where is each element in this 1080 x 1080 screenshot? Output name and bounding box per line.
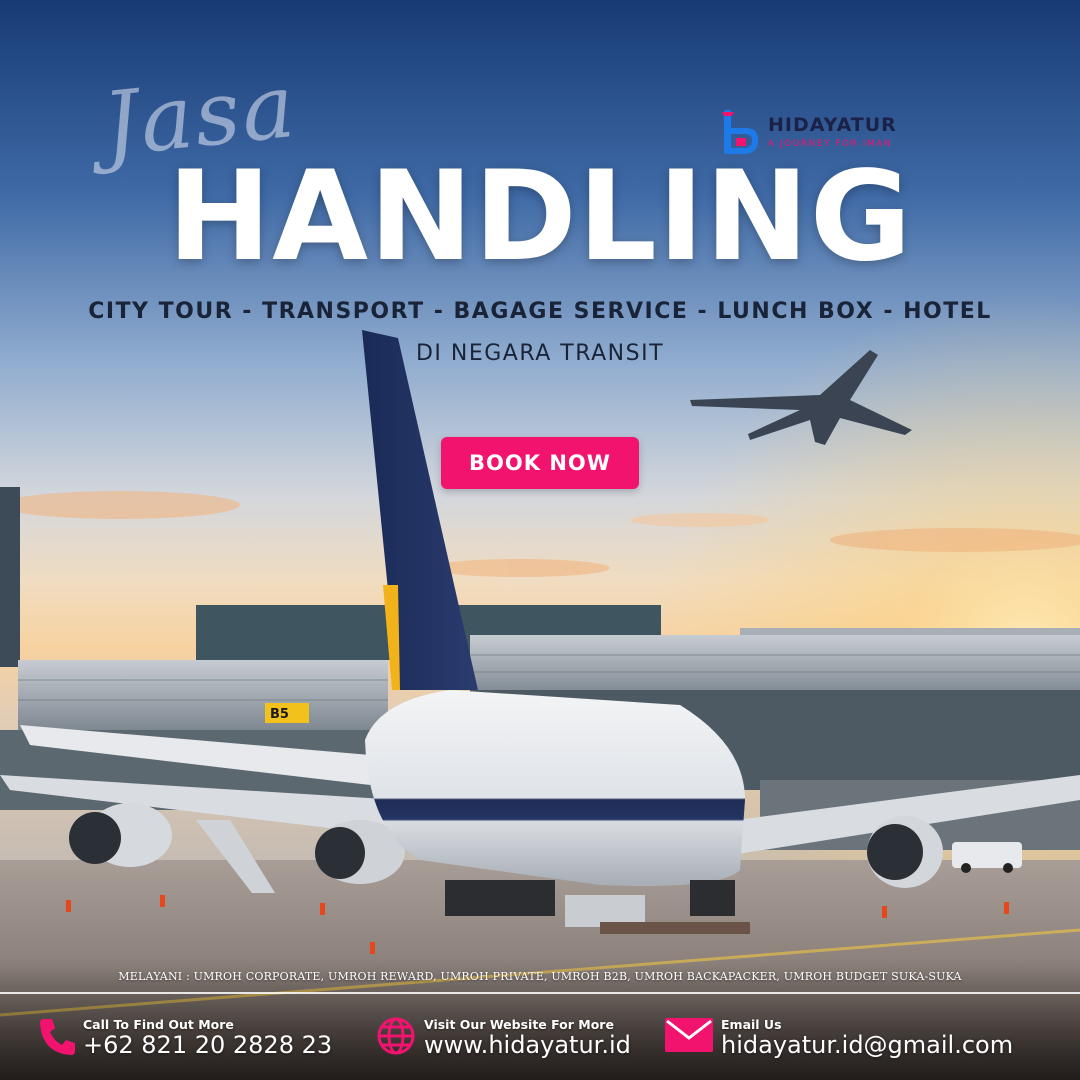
email-address[interactable]: hidayatur.id@gmail.com xyxy=(721,1031,1013,1059)
globe-icon xyxy=(377,1017,415,1055)
brand-tagline: A JOURNEY FOR IMAN xyxy=(768,139,893,149)
mail-icon xyxy=(665,1018,713,1052)
gate-sign: B5 xyxy=(270,707,289,722)
hidayatur-logo-icon xyxy=(722,110,758,154)
phone-label: Call To Find Out More xyxy=(83,1017,234,1032)
website-label: Visit Our Website For More xyxy=(424,1017,614,1032)
services-served-line: MELAYANI : UMROH CORPORATE, UMROH REWARD… xyxy=(118,970,962,983)
website-link[interactable]: www.hidayatur.id xyxy=(424,1031,631,1059)
book-now-button[interactable]: BOOK NOW xyxy=(441,437,639,489)
page-title: HANDLING xyxy=(167,145,913,289)
phone-number[interactable]: +62 821 20 2828 23 xyxy=(83,1031,332,1059)
phone-icon xyxy=(40,1019,75,1055)
services-line: CITY TOUR - TRANSPORT - BAGAGE SERVICE -… xyxy=(88,299,992,324)
subtitle: DI NEGARA TRANSIT xyxy=(415,341,665,366)
brand-name: HIDAYATUR xyxy=(768,114,897,136)
footer-divider xyxy=(0,992,1080,994)
email-label: Email Us xyxy=(721,1017,782,1032)
